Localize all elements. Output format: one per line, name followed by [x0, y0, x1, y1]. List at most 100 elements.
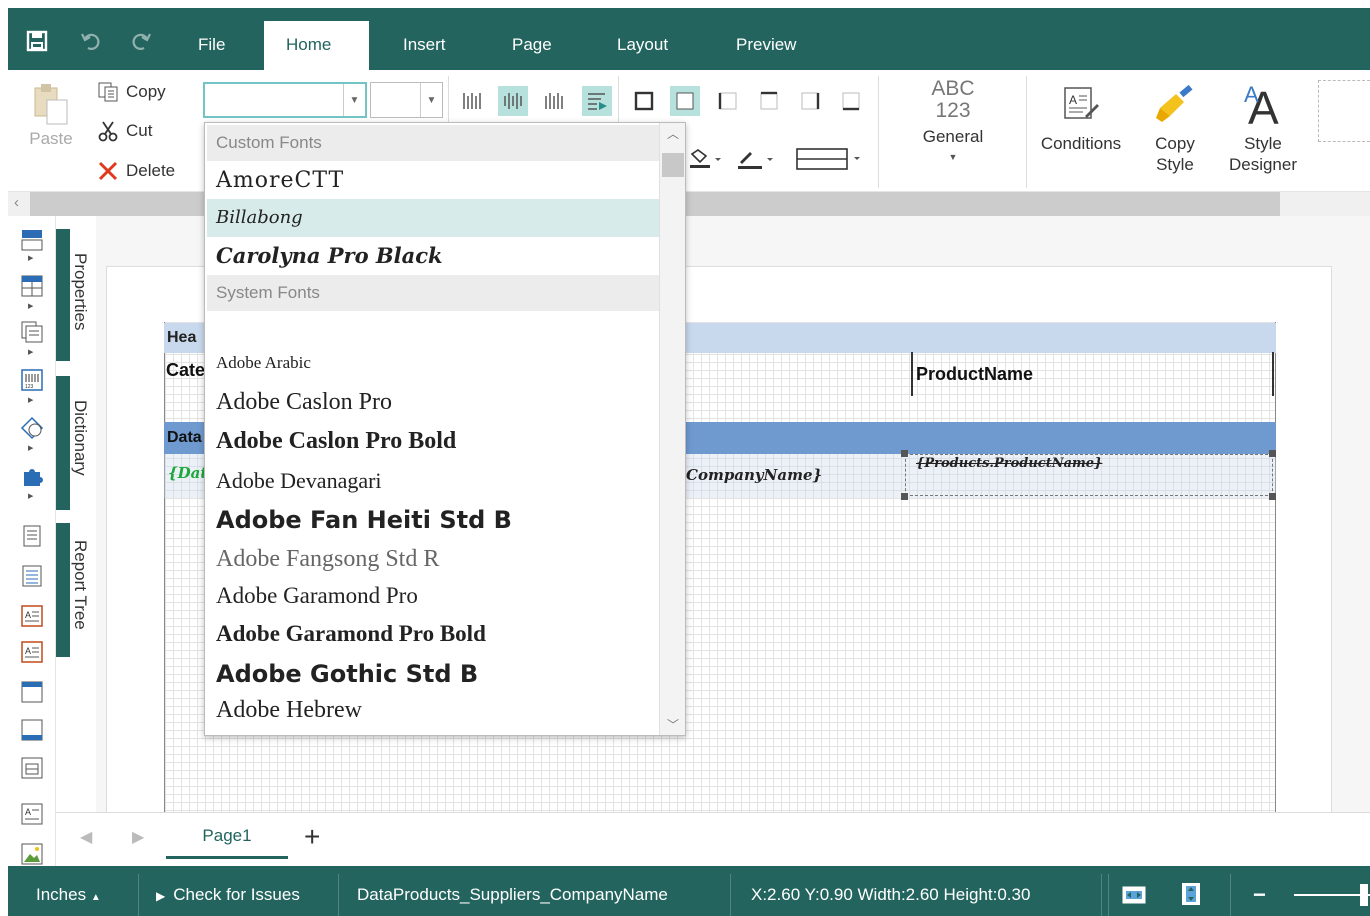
font-option-carolyna[interactable]: Carolyna Pro Black: [207, 237, 659, 275]
font-name-combo[interactable]: ▼: [203, 82, 367, 118]
resize-handle[interactable]: [901, 493, 908, 500]
font-option-amorectt[interactable]: AmoreCTT: [207, 163, 659, 199]
text-icon[interactable]: [20, 524, 44, 548]
align-center-icon[interactable]: [498, 86, 528, 116]
border-bottom-icon[interactable]: [836, 86, 866, 116]
fill-color-icon[interactable]: [686, 144, 726, 174]
font-option-adobe-fangsong[interactable]: Adobe Fangsong Std R: [207, 546, 659, 573]
border-style-icon[interactable]: [794, 144, 864, 174]
delete-button[interactable]: Delete: [96, 159, 175, 183]
tab-file[interactable]: File: [176, 21, 247, 70]
check-issues-button[interactable]: ▶ Check for Issues: [156, 866, 300, 916]
tab-home[interactable]: Home: [264, 21, 369, 70]
font-option-billabong[interactable]: Billabong: [207, 199, 659, 237]
undo-icon[interactable]: [80, 30, 102, 56]
align-left-icon[interactable]: [457, 86, 487, 116]
tab-report-tree[interactable]: Report Tree: [70, 540, 90, 630]
page-tab-page1[interactable]: Page1: [166, 813, 288, 859]
header-field-productname[interactable]: ProductName: [916, 364, 1033, 385]
zoom-slider[interactable]: [1294, 894, 1370, 896]
paste-button[interactable]: Paste: [20, 82, 82, 149]
zoom-out-button[interactable]: −: [1253, 866, 1266, 916]
header-field-category[interactable]: Cate: [166, 360, 205, 381]
footer-panel-icon[interactable]: [20, 718, 44, 742]
conditions-button[interactable]: A Conditions: [1034, 84, 1128, 154]
style-gallery[interactable]: [1318, 80, 1370, 142]
border-none-icon[interactable]: [670, 86, 700, 116]
font-option-adobe-caslon-pro[interactable]: Adobe Caslon Pro: [207, 389, 659, 416]
border-all-icon[interactable]: [629, 86, 659, 116]
border-left-icon[interactable]: [713, 86, 743, 116]
fit-height-icon[interactable]: [1180, 882, 1202, 911]
panel-icon[interactable]: [20, 680, 44, 704]
units-selector[interactable]: Inches ▲: [36, 866, 101, 916]
font-option-adobe-garamond-pro[interactable]: Adobe Garamond Pro: [207, 583, 659, 609]
delete-icon: [96, 159, 120, 183]
align-right-icon[interactable]: [539, 86, 569, 116]
font-option-adobe-arabic[interactable]: Adobe Arabic: [207, 353, 659, 373]
toolbox: ▶ ▶ ▶ 123 ▶ ▶ ▶ A A A: [8, 216, 56, 866]
chevron-down-icon[interactable]: ▼: [420, 83, 442, 117]
chevron-down-icon[interactable]: ▼: [343, 84, 365, 116]
image-icon[interactable]: [20, 842, 44, 866]
table-icon[interactable]: [20, 756, 44, 780]
component-name: DataProducts_Suppliers_CompanyName: [357, 885, 668, 904]
zoom-slider-thumb[interactable]: [1360, 884, 1368, 906]
save-icon[interactable]: [26, 30, 48, 56]
expand-arrow-icon: ▶: [28, 303, 34, 310]
prev-page-icon[interactable]: ◀: [80, 827, 92, 847]
format-label: General: [922, 127, 984, 146]
tab-page[interactable]: Page: [490, 21, 574, 70]
format-button[interactable]: ABC 123 General ▼: [908, 78, 998, 168]
copy-button[interactable]: Copy: [96, 80, 166, 104]
cut-button[interactable]: Cut: [96, 119, 152, 143]
resize-handle[interactable]: [901, 450, 908, 457]
dictionary-tab-marker[interactable]: [56, 376, 70, 510]
dropdown-scrollbar[interactable]: ︿ ﹀: [659, 123, 685, 735]
dropdown-scroll-thumb[interactable]: [662, 153, 684, 177]
font-option-adobe-garamond-pro-bold[interactable]: Adobe Garamond Pro Bold: [207, 621, 659, 647]
shapes-icon[interactable]: [20, 416, 44, 440]
note-icon[interactable]: A: [20, 802, 44, 826]
next-page-icon[interactable]: ▶: [132, 827, 144, 847]
border-right-icon[interactable]: [795, 86, 825, 116]
components-icon[interactable]: [20, 320, 44, 344]
puzzle-icon[interactable]: [20, 464, 44, 488]
chevron-down-icon[interactable]: ﹀: [667, 716, 679, 733]
redo-icon[interactable]: [130, 30, 152, 56]
rich-text-icon[interactable]: [20, 564, 44, 588]
font-option-adobe-devanagari[interactable]: Adobe Devanagari: [207, 468, 659, 494]
data-field-left[interactable]: {Dat: [168, 464, 207, 482]
copy-style-button[interactable]: Copy Style: [1138, 84, 1212, 175]
data-field-productname[interactable]: {Products.ProductName}: [916, 456, 1102, 471]
border-top-icon[interactable]: [754, 86, 784, 116]
tab-properties[interactable]: Properties: [70, 253, 90, 330]
text-box-icon[interactable]: A: [20, 604, 44, 628]
tab-insert[interactable]: Insert: [381, 21, 468, 70]
band-icon[interactable]: [20, 228, 44, 252]
word-wrap-icon[interactable]: [582, 86, 612, 116]
chevron-left-icon[interactable]: ‹: [14, 194, 19, 211]
data-field-companyname[interactable]: CompanyName}: [686, 466, 822, 484]
font-size-combo[interactable]: ▼: [370, 82, 443, 118]
tab-dictionary[interactable]: Dictionary: [70, 400, 90, 476]
font-option-adobe-gothic[interactable]: Adobe Gothic Std B: [207, 660, 659, 688]
report-tree-tab-marker[interactable]: [56, 523, 70, 657]
font-option-adobe-hebrew[interactable]: Adobe Hebrew: [207, 697, 659, 724]
tab-preview[interactable]: Preview: [714, 21, 818, 70]
font-dropdown[interactable]: Custom Fonts AmoreCTT Billabong Carolyna…: [204, 122, 686, 736]
resize-handle[interactable]: [1269, 493, 1276, 500]
chevron-up-icon[interactable]: ︿: [667, 125, 679, 142]
style-designer-button[interactable]: AA Style Designer: [1220, 80, 1306, 175]
resize-handle[interactable]: [1269, 450, 1276, 457]
cross-band-icon[interactable]: [20, 274, 44, 298]
add-page-button[interactable]: +: [304, 821, 320, 853]
fit-width-icon[interactable]: [1122, 884, 1146, 911]
properties-tab-marker[interactable]: [56, 229, 70, 361]
border-color-icon[interactable]: [734, 144, 778, 174]
font-option-adobe-fan-heiti[interactable]: Adobe Fan Heiti Std B: [207, 506, 659, 534]
font-option-adobe-caslon-pro-bold[interactable]: Adobe Caslon Pro Bold: [207, 428, 659, 455]
label-icon[interactable]: A: [20, 640, 44, 664]
barcode-icon[interactable]: 123: [20, 368, 44, 392]
tab-layout[interactable]: Layout: [595, 21, 690, 70]
